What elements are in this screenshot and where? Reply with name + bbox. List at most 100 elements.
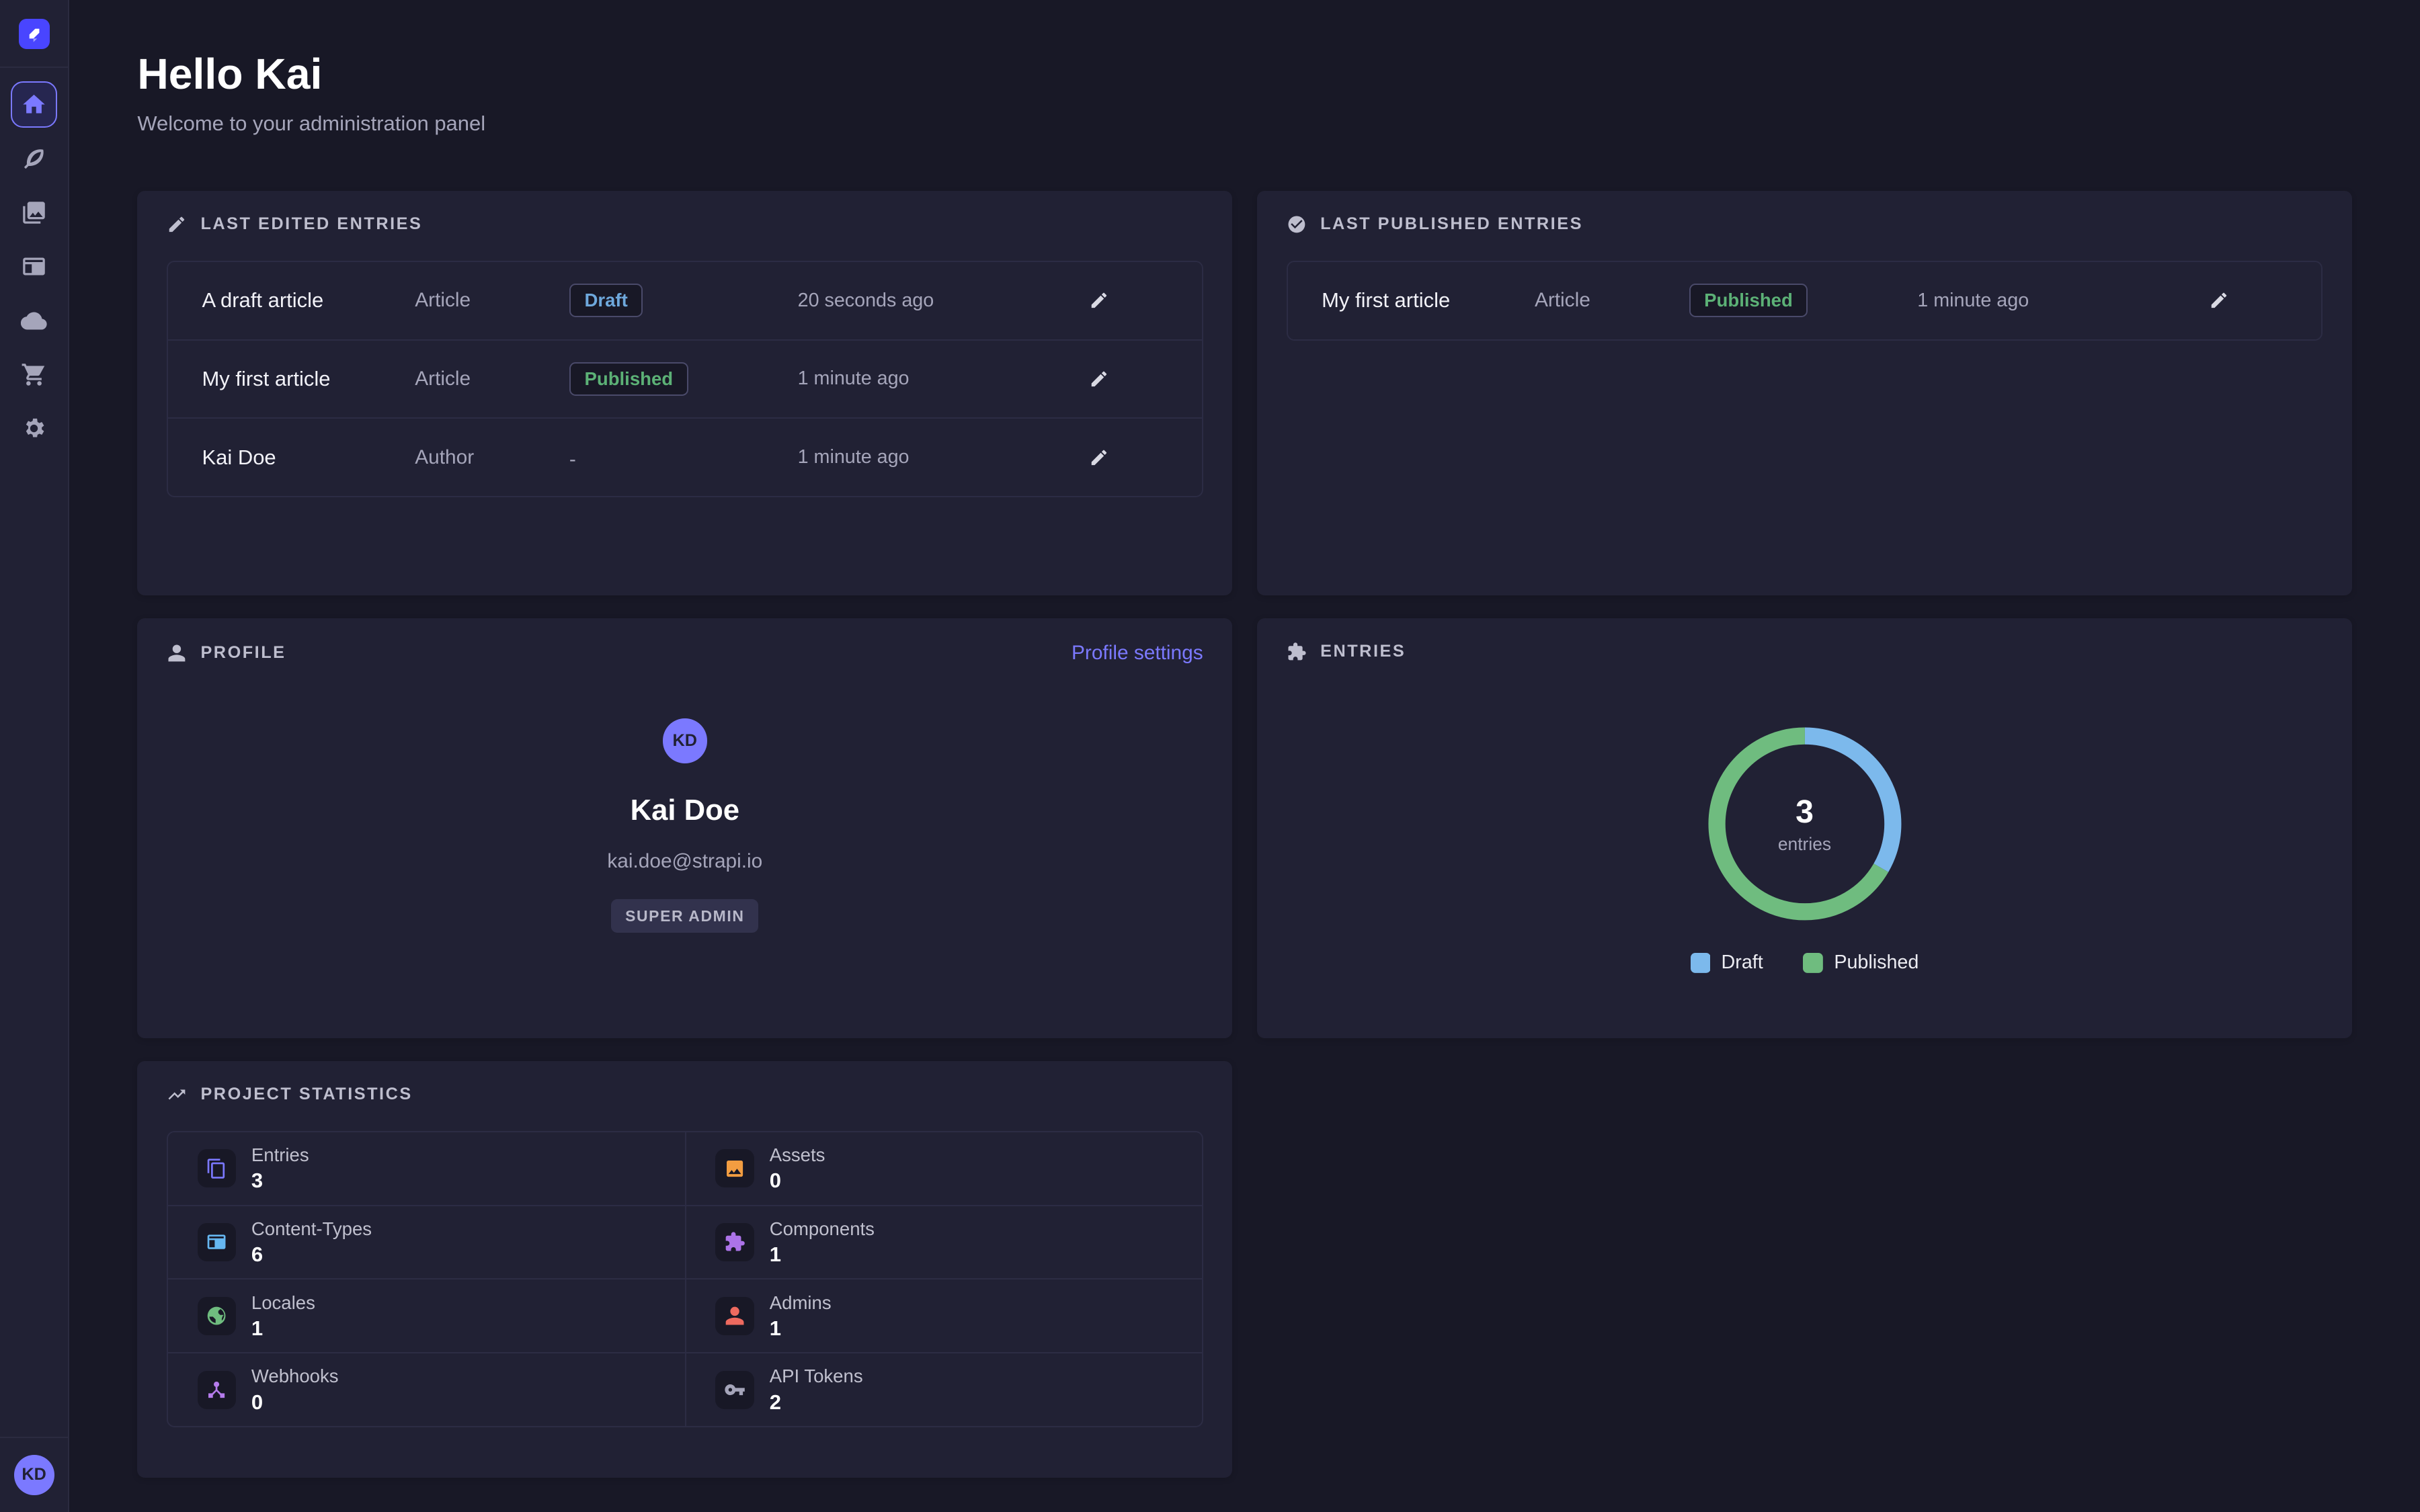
person-icon (167, 643, 187, 663)
stat-locales: Locales 1 (168, 1278, 685, 1352)
stat-value: 3 (251, 1170, 309, 1191)
pencil-icon (167, 214, 187, 235)
edit-entry-button[interactable] (1089, 448, 1109, 468)
panel-header: PROJECT STATISTICS (137, 1061, 1232, 1122)
legend-item-published: Published (1803, 952, 1919, 974)
sidebar-item-content-manager[interactable] (11, 136, 57, 182)
table-row: My first article Article Published 1 min… (1288, 262, 2322, 339)
entries-unit: entries (1778, 834, 1831, 855)
trending-up-icon (167, 1085, 187, 1105)
edit-entry-button[interactable] (1089, 369, 1109, 389)
cloud-icon (21, 308, 47, 334)
strapi-logo-icon[interactable] (19, 19, 50, 50)
last-published-entries-panel: LAST PUBLISHED ENTRIES My first article … (1257, 191, 2352, 595)
stat-label: Components (770, 1220, 875, 1238)
panel-title: LAST PUBLISHED ENTRIES (1320, 214, 1583, 234)
page-subtitle: Welcome to your administration panel (137, 112, 2352, 136)
dashboard-grid: LAST EDITED ENTRIES A draft article Arti… (137, 191, 2352, 1478)
last-edited-table: A draft article Article Draft 20 seconds… (167, 261, 1203, 497)
table-row: My first article Article Published 1 min… (168, 339, 1202, 418)
entry-time: 1 minute ago (798, 446, 1089, 468)
entry-kind: Article (415, 289, 569, 312)
stat-label: Content-Types (251, 1220, 372, 1238)
sidebar-item-deploy[interactable] (11, 298, 57, 344)
legend-swatch-published (1803, 953, 1823, 973)
strapi-admin-app: KD Hello Kai Welcome to your administrat… (0, 0, 2420, 1512)
panel-title: PROFILE (200, 643, 286, 663)
panel-title: ENTRIES (1320, 642, 1406, 661)
logo-section (0, 0, 68, 68)
entry-time: 20 seconds ago (798, 290, 1089, 312)
stat-content-types: Content-Types 6 (168, 1205, 685, 1279)
stat-label: Webhooks (251, 1367, 339, 1386)
stat-value: 1 (770, 1244, 875, 1265)
legend-label: Draft (1722, 952, 1763, 974)
feather-icon (21, 146, 47, 172)
entry-name: Kai Doe (202, 446, 415, 470)
legend-label: Published (1834, 952, 1919, 974)
puzzle-icon (1287, 642, 1307, 662)
entries-chart-body: 3 entries Draft Published (1257, 679, 2352, 974)
entries-panel: ENTRIES 3 entries (1257, 618, 2352, 1038)
stat-webhooks: Webhooks 0 (168, 1352, 685, 1426)
panel-header: PROFILE Profile settings (137, 618, 1232, 681)
sidebar-item-marketplace[interactable] (11, 351, 57, 398)
pencil-icon (1089, 448, 1109, 468)
stat-label: Entries (251, 1146, 309, 1165)
entry-kind: Article (415, 368, 569, 390)
entry-kind: Article (1535, 289, 1689, 312)
stats-table: Entries 3 Assets 0 Content-Types 6 Componen… (167, 1131, 1203, 1428)
sidebar-item-settings[interactable] (11, 405, 57, 452)
page-title: Hello Kai (137, 49, 2352, 99)
pencil-icon (1089, 290, 1109, 310)
last-published-table: My first article Article Published 1 min… (1287, 261, 2323, 341)
stat-value: 2 (770, 1392, 863, 1413)
entry-name: A draft article (202, 288, 415, 312)
sidebar: KD (0, 0, 69, 1512)
puzzle-icon (724, 1231, 745, 1253)
edit-entry-button[interactable] (1089, 290, 1109, 310)
last-edited-entries-panel: LAST EDITED ENTRIES A draft article Arti… (137, 191, 1232, 595)
layout-icon (21, 253, 47, 280)
stat-entries: Entries 3 (168, 1132, 685, 1205)
documents-icon (206, 1158, 227, 1179)
panel-header: ENTRIES (1257, 618, 2352, 679)
status-badge: Draft (569, 284, 643, 317)
entry-time: 1 minute ago (1917, 290, 2208, 312)
pencil-icon (2209, 290, 2229, 310)
cart-icon (21, 362, 47, 388)
stat-admins: Admins 1 (685, 1278, 1202, 1352)
profile-name: Kai Doe (631, 794, 739, 827)
profile-settings-link[interactable]: Profile settings (1072, 642, 1203, 665)
entry-name: My first article (1322, 288, 1535, 312)
sidebar-item-home[interactable] (11, 81, 57, 128)
stat-value: 0 (770, 1170, 825, 1191)
stat-value: 0 (251, 1392, 339, 1413)
sidebar-footer: KD (0, 1437, 68, 1512)
stat-label: Admins (770, 1294, 832, 1312)
stat-api-tokens: API Tokens 2 (685, 1352, 1202, 1426)
entries-donut-chart: 3 entries (1706, 725, 1904, 923)
stat-label: API Tokens (770, 1367, 863, 1386)
donut-center: 3 entries (1706, 725, 1904, 923)
entry-kind: Author (415, 446, 569, 469)
gear-icon (21, 415, 47, 442)
edit-entry-button[interactable] (2209, 290, 2229, 310)
stat-label: Locales (251, 1294, 315, 1312)
check-circle-icon (1287, 214, 1307, 235)
table-row: Kai Doe Author - 1 minute ago (168, 417, 1202, 496)
entry-name: My first article (202, 367, 415, 391)
stat-value: 1 (251, 1318, 315, 1339)
stat-value: 1 (770, 1318, 832, 1339)
sidebar-item-media-library[interactable] (11, 190, 57, 236)
panel-title: LAST EDITED ENTRIES (200, 214, 422, 234)
status-badge: Published (1689, 284, 1808, 317)
stat-label: Assets (770, 1146, 825, 1165)
pencil-icon (1089, 369, 1109, 389)
stat-value: 6 (251, 1244, 372, 1265)
panel-title: PROJECT STATISTICS (200, 1085, 412, 1104)
table-row: A draft article Article Draft 20 seconds… (168, 262, 1202, 339)
stat-components: Components 1 (685, 1205, 1202, 1279)
user-avatar[interactable]: KD (14, 1455, 54, 1495)
sidebar-item-content-type-builder[interactable] (11, 243, 57, 290)
